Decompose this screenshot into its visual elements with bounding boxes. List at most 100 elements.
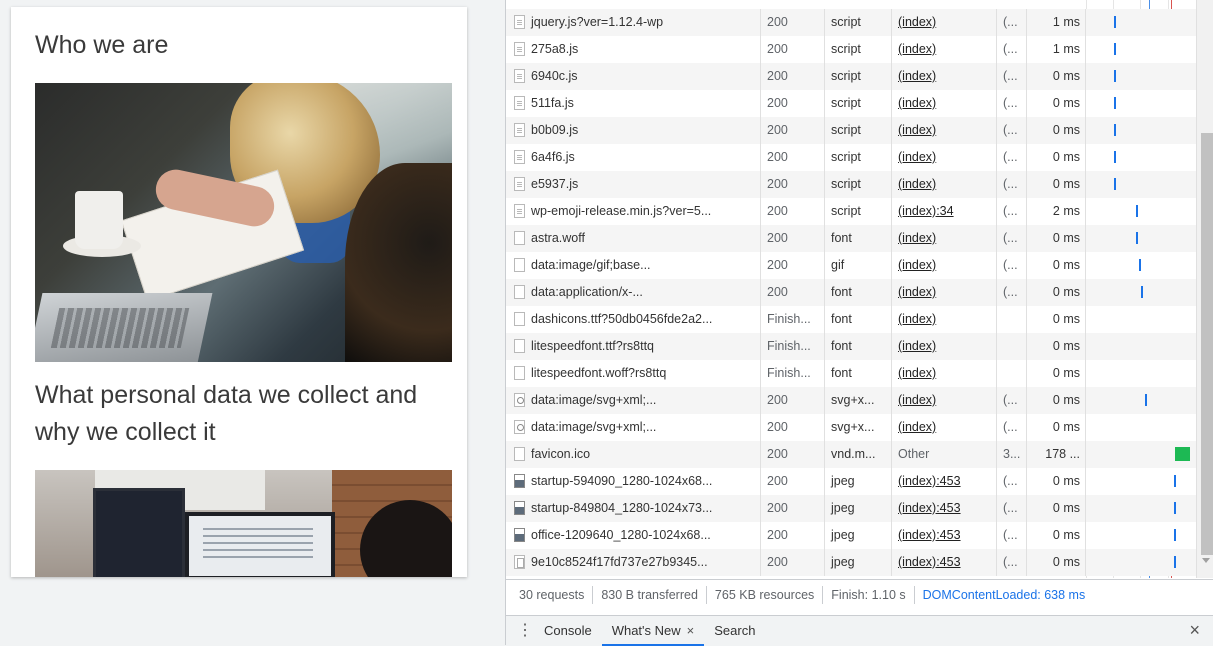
request-name-cell[interactable]: litespeedfont.woff?rs8ttq (506, 360, 761, 387)
tab-close-icon[interactable]: × (687, 623, 695, 638)
request-name: data:image/svg+xml;... (531, 420, 657, 434)
request-status: 200 (761, 198, 825, 225)
network-scrollbar[interactable] (1196, 0, 1213, 578)
page-viewport: Who we are What personal data we collect… (0, 0, 505, 645)
request-size: (... (997, 9, 1027, 36)
request-name-cell[interactable]: data:image/svg+xml;... (506, 387, 761, 414)
request-size: (... (997, 144, 1027, 171)
scroll-down-arrow-icon[interactable] (1202, 558, 1210, 563)
heading-who-we-are: Who we are (35, 31, 169, 59)
network-row[interactable]: startup-849804_1280-1024x73... 200 jpeg (in… (506, 495, 1196, 522)
tab-console[interactable]: Console (534, 616, 602, 646)
network-row[interactable]: wp-emoji-release.min.js?ver=5... 200 scrip… (506, 198, 1196, 225)
request-name-cell[interactable]: 6940c.js (506, 63, 761, 90)
scroll-thumb[interactable] (1201, 133, 1213, 555)
request-name-cell[interactable]: data:image/gif;base... (506, 252, 761, 279)
network-row[interactable]: data:image/gif;base... 200 gif (index) (... 0… (506, 252, 1196, 279)
request-name: astra.woff (531, 231, 585, 245)
request-type: script (825, 198, 892, 225)
request-initiator-link[interactable]: (index) (898, 258, 936, 272)
network-row[interactable]: data:image/svg+xml;... 200 svg+x... (index)… (506, 387, 1196, 414)
network-row[interactable]: 6940c.js 200 script (index) (... 0 ms (506, 63, 1196, 90)
network-row[interactable]: office-1209640_1280-1024x68... 200 jpeg (in… (506, 522, 1196, 549)
request-initiator-link[interactable]: (index):34 (898, 204, 954, 218)
request-name-cell[interactable]: office-1209640_1280-1024x68... (506, 522, 761, 549)
network-row[interactable]: astra.woff 200 font (index) (... 0 ms (506, 225, 1196, 252)
request-time: 0 ms (1027, 468, 1086, 495)
network-row[interactable]: 6a4f6.js 200 script (index) (... 0 ms (506, 144, 1196, 171)
request-initiator-cell: (index) (892, 279, 997, 306)
request-initiator-link[interactable]: (index):453 (898, 555, 961, 569)
script-file-icon (514, 123, 525, 137)
request-initiator-link[interactable]: (index) (898, 42, 936, 56)
waterfall-bar (1174, 556, 1176, 568)
request-waterfall (1086, 9, 1196, 36)
request-initiator-link[interactable]: (index) (898, 312, 936, 326)
network-row[interactable]: data:application/x-... 200 font (index) (...… (506, 279, 1196, 306)
request-name-cell[interactable]: litespeedfont.ttf?rs8ttq (506, 333, 761, 360)
request-waterfall (1086, 36, 1196, 63)
request-name: startup-849804_1280-1024x73... (531, 501, 713, 515)
network-row[interactable]: dashicons.ttf?50db0456fde2a2... Finish...… (506, 306, 1196, 333)
request-waterfall (1086, 171, 1196, 198)
request-initiator-link[interactable]: (index) (898, 15, 936, 29)
request-type: script (825, 90, 892, 117)
request-name-cell[interactable]: favicon.ico (506, 441, 761, 468)
network-row[interactable]: 9e10c8524f17fd737e27b9345... 200 jpeg (inde… (506, 549, 1196, 576)
request-time: 0 ms (1027, 333, 1086, 360)
request-name-cell[interactable]: data:image/svg+xml;... (506, 414, 761, 441)
request-initiator-link[interactable]: (index) (898, 339, 936, 353)
request-name-cell[interactable]: startup-849804_1280-1024x73... (506, 495, 761, 522)
request-name: 275a8.js (531, 42, 579, 56)
request-initiator-link[interactable]: (index) (898, 420, 936, 434)
network-row[interactable]: data:image/svg+xml;... 200 svg+x... (index)… (506, 414, 1196, 441)
request-size: (... (997, 171, 1027, 198)
request-initiator-link[interactable]: (index) (898, 366, 936, 380)
request-name-cell[interactable]: astra.woff (506, 225, 761, 252)
request-initiator-link[interactable]: (index):453 (898, 528, 961, 542)
request-time: 0 ms (1027, 279, 1086, 306)
request-initiator-link[interactable]: (index) (898, 69, 936, 83)
network-row[interactable]: litespeedfont.ttf?rs8ttq Finish... font (in… (506, 333, 1196, 360)
waterfall-bar (1136, 205, 1138, 217)
request-waterfall (1086, 333, 1196, 360)
tab-search[interactable]: Search (704, 616, 765, 646)
request-initiator-link[interactable]: (index) (898, 393, 936, 407)
request-name-cell[interactable]: dashicons.ttf?50db0456fde2a2... (506, 306, 761, 333)
request-initiator-cell: Other (892, 441, 997, 468)
network-row[interactable]: 275a8.js 200 script (index) (... 1 ms (506, 36, 1196, 63)
request-name-cell[interactable]: 275a8.js (506, 36, 761, 63)
network-row[interactable]: e5937.js 200 script (index) (... 0 ms (506, 171, 1196, 198)
request-name-cell[interactable]: wp-emoji-release.min.js?ver=5... (506, 198, 761, 225)
network-row[interactable]: favicon.ico 200 vnd.m... Other 3... 178 ... (506, 441, 1196, 468)
request-initiator-cell: (index):453 (892, 522, 997, 549)
tab-whats-new[interactable]: What's New × (601, 615, 705, 646)
request-name-cell[interactable]: jquery.js?ver=1.12.4-wp (506, 9, 761, 36)
request-name-cell[interactable]: 6a4f6.js (506, 144, 761, 171)
request-initiator-link[interactable]: (index) (898, 150, 936, 164)
network-row[interactable]: jquery.js?ver=1.12.4-wp 200 script (index) (… (506, 9, 1196, 36)
request-name-cell[interactable]: e5937.js (506, 171, 761, 198)
request-initiator-link[interactable]: (index) (898, 123, 936, 137)
request-initiator-link[interactable]: (index) (898, 285, 936, 299)
request-waterfall (1086, 117, 1196, 144)
request-initiator-link[interactable]: (index) (898, 231, 936, 245)
network-row[interactable]: litespeedfont.woff?rs8ttq Finish... font (i… (506, 360, 1196, 387)
request-initiator-link[interactable]: (index):453 (898, 474, 961, 488)
network-row[interactable]: 511fa.js 200 script (index) (... 0 ms (506, 90, 1196, 117)
request-initiator-link[interactable]: (index):453 (898, 501, 961, 515)
office-computers-photo (35, 470, 452, 577)
request-name-cell[interactable]: 511fa.js (506, 90, 761, 117)
request-name-cell[interactable]: data:application/x-... (506, 279, 761, 306)
request-initiator-link[interactable]: (index) (898, 96, 936, 110)
request-name-cell[interactable]: 9e10c8524f17fd737e27b9345... (506, 549, 761, 576)
blank-file-icon (514, 339, 525, 353)
network-row[interactable]: b0b09.js 200 script (index) (... 0 ms (506, 117, 1196, 144)
drawer-menu-icon[interactable]: ⋮ (516, 622, 534, 639)
close-drawer-icon[interactable]: × (1189, 620, 1200, 641)
request-initiator-link[interactable]: (index) (898, 177, 936, 191)
request-status: 200 (761, 117, 825, 144)
request-name-cell[interactable]: b0b09.js (506, 117, 761, 144)
network-row[interactable]: startup-594090_1280-1024x68... 200 jpeg (in… (506, 468, 1196, 495)
request-name-cell[interactable]: startup-594090_1280-1024x68... (506, 468, 761, 495)
